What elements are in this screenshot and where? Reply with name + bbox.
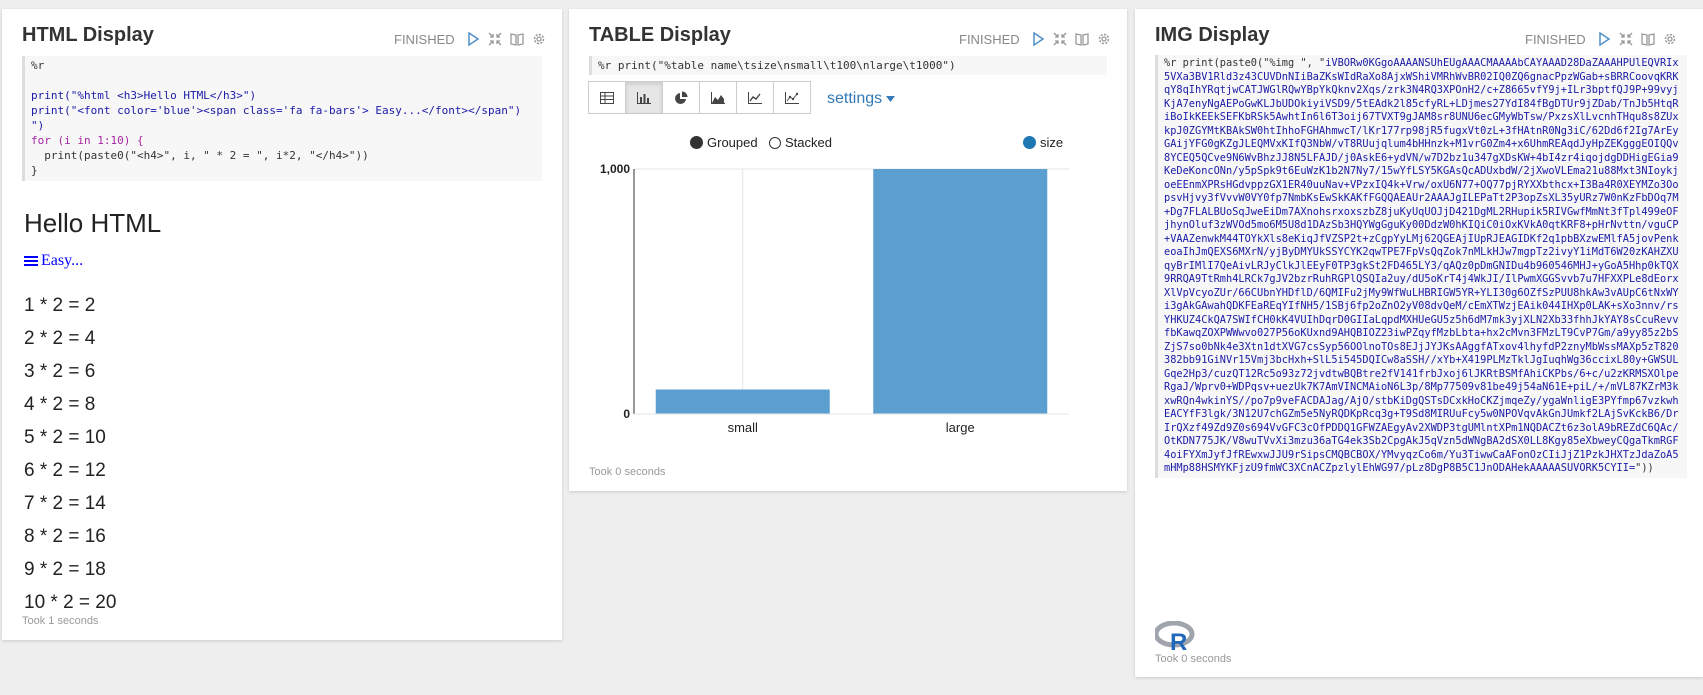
legend-label: Stacked — [785, 135, 832, 150]
output-row: 3 * 2 = 6 — [24, 361, 96, 382]
bar-chart: small large 1,000 0 — [600, 162, 1069, 435]
output-rows: 1 * 2 = 2 2 * 2 = 4 3 * 2 = 6 4 * 2 = 8 … — [24, 289, 116, 619]
code-line: print("<font color='blue'><span class='f… — [31, 104, 522, 117]
legend-stacked[interactable]: Stacked — [769, 135, 832, 150]
output-row: 1 * 2 = 2 — [24, 295, 96, 316]
paragraph-title[interactable]: TABLE Display — [589, 24, 731, 47]
y-tick-label: 1,000 — [600, 162, 630, 176]
collapse-icon[interactable] — [487, 31, 503, 47]
code-base64: iVBORw0KGgoAAAANSUhEUgAAACMAAAAbCAYAAAD2… — [1164, 57, 1679, 474]
gear-icon[interactable] — [1662, 31, 1678, 47]
gear-icon[interactable] — [1096, 31, 1112, 47]
pie-chart-button[interactable] — [662, 81, 700, 114]
paragraph-img-display: IMG Display FINISHED %r print(paste0("%i… — [1135, 9, 1703, 677]
code-line: %r — [31, 59, 45, 72]
x-tick-label: small — [728, 420, 758, 435]
code-editor[interactable]: %r print("%table name\tsize\nsmall\t100\… — [589, 56, 1107, 75]
paragraph-table-display: TABLE Display FINISHED %r print("%table … — [569, 9, 1127, 491]
legend-label: Grouped — [707, 135, 758, 150]
book-icon[interactable] — [1074, 31, 1090, 47]
run-icon[interactable] — [1030, 31, 1046, 47]
output-row: 6 * 2 = 12 — [24, 460, 106, 481]
area-chart-button[interactable] — [699, 81, 737, 114]
elapsed-time: Took 1 seconds — [22, 615, 99, 627]
code-prefix: %r print(paste0("%img ", " — [1164, 57, 1326, 69]
elapsed-time: Took 0 seconds — [1155, 653, 1232, 665]
bar-small — [655, 389, 830, 414]
collapse-icon[interactable] — [1052, 31, 1068, 47]
book-icon[interactable] — [1640, 31, 1656, 47]
output-heading: Hello HTML — [24, 208, 162, 238]
output-row: 4 * 2 = 8 — [24, 394, 96, 415]
paragraph-title[interactable]: IMG Display — [1155, 24, 1269, 47]
run-icon[interactable] — [1596, 31, 1612, 47]
line-chart-button[interactable] — [736, 81, 774, 114]
output-row: 5 * 2 = 10 — [24, 427, 106, 448]
code-editor[interactable]: %r print("%html <h3>Hello HTML</h3>") pr… — [22, 56, 542, 181]
legend-series-size[interactable]: size — [1023, 135, 1063, 150]
paragraph-controls: FINISHED — [959, 31, 1112, 47]
paragraph-html-display: HTML Display FINISHED %r print("%html <h… — [2, 9, 562, 640]
legend-grouped[interactable]: Grouped — [690, 135, 758, 150]
code-line: for (i in 1:10) { — [31, 134, 144, 147]
code-line: print("%html <h3>Hello HTML</h3>") — [31, 89, 257, 102]
paragraph-controls: FINISHED — [1525, 31, 1678, 47]
radio-empty-icon — [769, 136, 781, 149]
code-line: %r print("%table name\tsize\nsmall\t100\… — [598, 59, 956, 72]
code-line: } — [31, 164, 38, 177]
output-row: 9 * 2 = 18 — [24, 559, 106, 580]
pie-chart-icon — [675, 91, 688, 104]
table-view-button[interactable] — [588, 81, 626, 114]
code-editor[interactable]: %r print(paste0("%img ", "iVBORw0KGgoAAA… — [1155, 55, 1687, 478]
visualization-toolbar — [588, 81, 811, 114]
output-link: Easy... — [24, 252, 83, 270]
code-line: ") — [31, 119, 45, 132]
settings-label: settings — [827, 90, 883, 107]
book-icon[interactable] — [509, 31, 525, 47]
bar-large — [873, 169, 1048, 414]
status-label: FINISHED — [394, 31, 455, 47]
line-chart-icon — [748, 91, 762, 104]
run-icon[interactable] — [465, 31, 481, 47]
table-icon — [600, 91, 614, 104]
x-tick-label: large — [946, 420, 975, 435]
bars-icon — [24, 256, 38, 266]
bar-chart-icon — [637, 91, 651, 104]
status-label: FINISHED — [959, 31, 1020, 47]
bar-chart-button[interactable] — [625, 81, 663, 114]
gear-icon[interactable] — [531, 31, 547, 47]
code-line: print(paste0("<h4>", i, " * 2 = ", i*2, … — [31, 149, 369, 162]
elapsed-time: Took 0 seconds — [589, 466, 666, 478]
scatter-chart-icon — [785, 91, 799, 104]
caret-down-icon — [886, 96, 896, 102]
area-chart-icon — [711, 91, 725, 104]
r-logo: R — [1155, 621, 1195, 653]
radio-filled-icon — [690, 136, 703, 149]
r-logo-letter: R — [1170, 629, 1187, 653]
legend-label: size — [1040, 135, 1064, 150]
output-row: 2 * 2 = 4 — [24, 328, 96, 349]
paragraph-controls: FINISHED — [394, 31, 547, 47]
y-tick-label: 0 — [623, 407, 630, 421]
series-dot-icon — [1023, 136, 1036, 149]
scatter-chart-button[interactable] — [773, 81, 811, 114]
collapse-icon[interactable] — [1618, 31, 1634, 47]
paragraph-title[interactable]: HTML Display — [22, 24, 154, 47]
status-label: FINISHED — [1525, 31, 1586, 47]
output-row: 8 * 2 = 16 — [24, 526, 106, 547]
code-suffix: ")) — [1635, 462, 1654, 474]
output-row: 7 * 2 = 14 — [24, 493, 106, 514]
settings-dropdown[interactable]: settings — [827, 90, 896, 108]
output-link-text: Easy... — [41, 252, 84, 269]
